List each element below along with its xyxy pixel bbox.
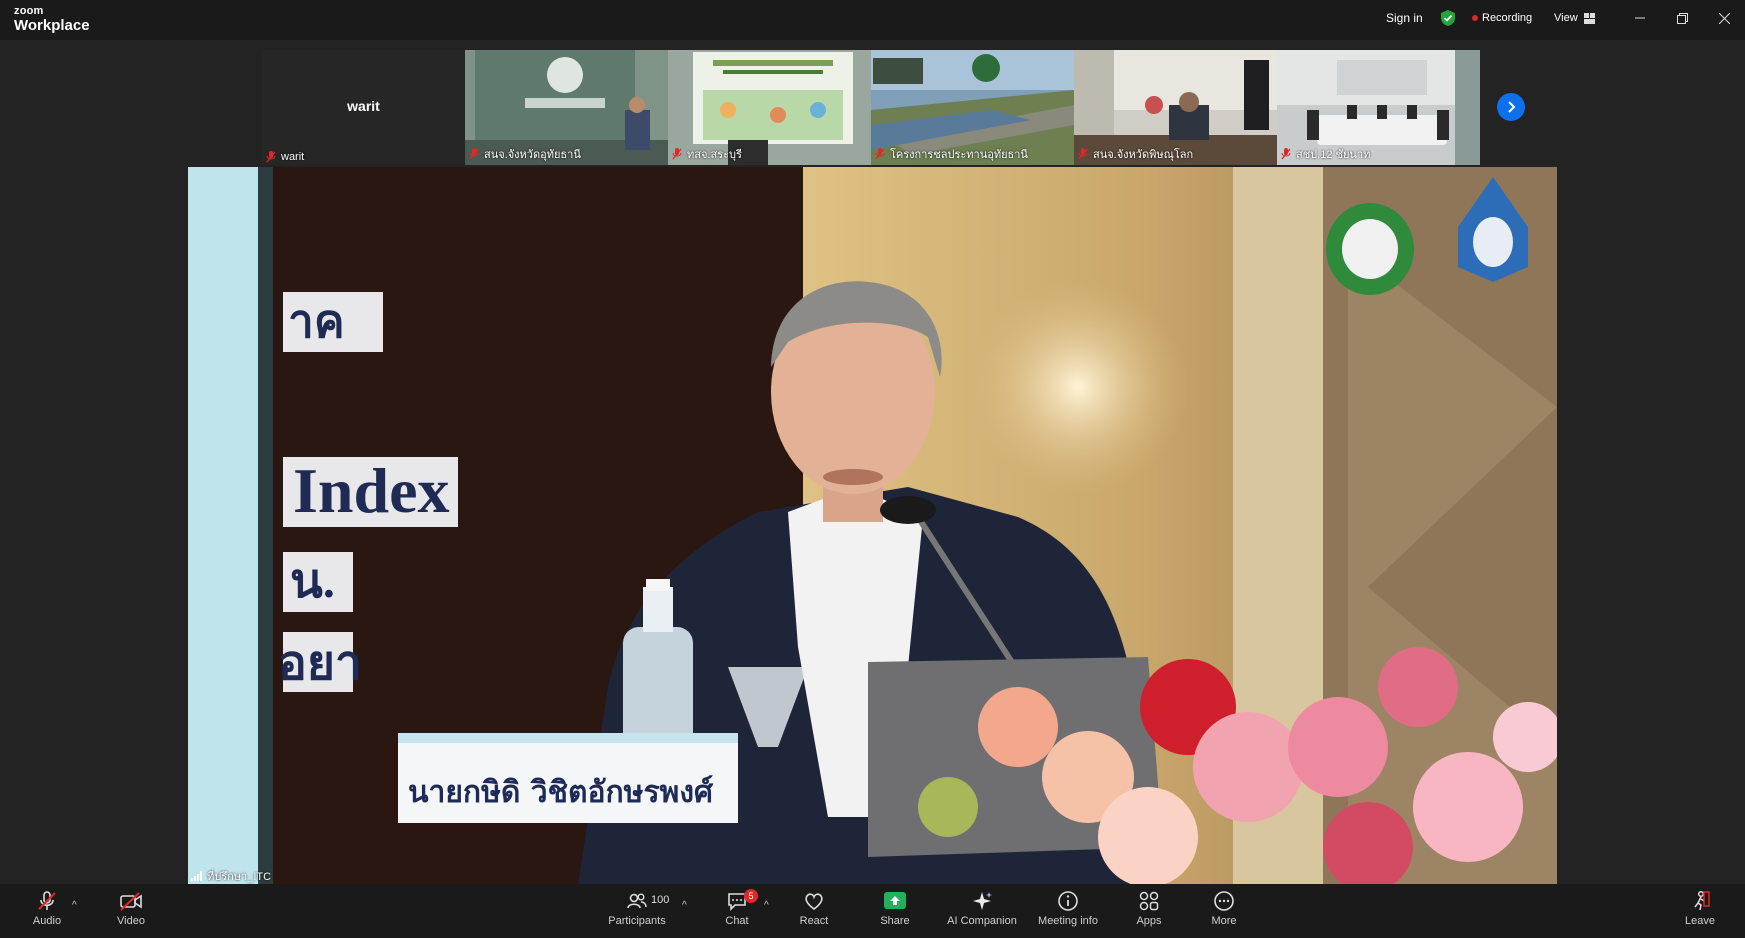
video-button[interactable]: Video [96,890,166,934]
banner-text: Index [293,455,450,526]
active-speaker-video[interactable]: าค Index น. อยา นายกษิดิ วิชิตอักษรพงศ์ [188,167,1557,885]
audio-button[interactable]: Audio [12,890,82,934]
security-shield-icon[interactable] [1440,0,1456,36]
sign-in-button[interactable]: Sign in [1386,0,1423,36]
close-icon[interactable] [1704,0,1744,36]
signal-strength-icon [191,871,202,881]
audio-label: Audio [32,915,62,927]
participant-name-tag: สชป.12 ชัยนาท [1281,145,1370,163]
muted-mic-icon [1281,148,1291,160]
minimize-icon[interactable] [1620,0,1660,36]
participant-name: สนจ.จังหวัดพิษณุโลก [1093,149,1194,161]
leave-icon [1694,890,1710,911]
product-label: Workplace [14,17,90,34]
chat-unread-badge: 5 [744,889,758,903]
title-bar: zoom Workplace Sign in Recording View [0,0,1745,40]
participants-label: Participants [608,915,666,927]
speaker-name: ที่ปรึกษา_ITC [207,871,272,883]
info-icon [1058,891,1078,911]
gallery-strip: warit warit สนจ.จังหวัดอุทัยธานี ทสจ.สระ… [262,50,1485,165]
apps-button[interactable]: Apps [1114,890,1184,934]
recording-indicator[interactable]: Recording [1472,0,1532,36]
restore-icon[interactable] [1662,0,1702,36]
view-label: View [1554,12,1578,24]
participant-display-name: warit [347,98,380,114]
gallery-tile[interactable]: สนจ.จังหวัดอุทัยธานี [465,50,668,165]
participant-name: โครงการชลประทานอุทัยธานี [890,149,1028,161]
participants-options-caret-icon[interactable]: ^ [682,900,687,911]
participant-name-tag: สนจ.จังหวัดพิษณุโลก [1078,145,1193,163]
react-label: React [799,915,829,927]
recording-label: Recording [1482,12,1533,24]
chat-button[interactable]: 5 Chat [702,889,772,934]
gallery-tile[interactable]: สนจ.จังหวัดพิษณุโลก [1074,50,1277,165]
leave-button[interactable]: Leave [1665,890,1735,934]
meeting-info-label: Meeting info [1038,915,1098,927]
participants-count: 100 [651,894,670,906]
share-screen-icon [884,892,906,909]
leave-label: Leave [1685,915,1715,927]
gallery-tile[interactable]: ทสจ.สระบุรี [668,50,871,165]
participants-icon [627,893,647,909]
muted-mic-icon [1078,148,1088,160]
app-logo: zoom Workplace [14,5,90,34]
apps-icon [1139,891,1159,911]
participant-name-tag: โครงการชลประทานอุทัยธานี [875,145,1028,163]
ai-companion-button[interactable]: AI Companion [946,890,1018,934]
audio-options-caret-icon[interactable]: ^ [72,900,77,911]
participant-name-tag: ทสจ.สระบุรี [672,145,742,163]
speaker-name-tag: ที่ปรึกษา_ITC [191,867,271,885]
sparkle-icon [973,892,992,910]
banner-text: น. [290,555,335,608]
video-label: Video [117,915,145,927]
gallery-tile[interactable]: สชป.12 ชัยนาท [1277,50,1480,165]
video-off-icon [120,892,142,911]
muted-mic-icon [266,151,276,163]
view-button[interactable]: View [1554,0,1595,36]
more-icon [1214,891,1234,911]
muted-mic-icon [672,148,682,160]
meeting-info-button[interactable]: Meeting info [1032,890,1104,934]
participant-name-tag: สนจ.จังหวัดอุทัยธานี [469,145,581,163]
banner-text: อยา [278,637,362,690]
gallery-tile[interactable]: โครงการชลประทานอุทัยธานี [871,50,1074,165]
share-label: Share [880,915,910,927]
participant-name: warit [281,151,305,163]
ai-companion-label: AI Companion [947,915,1017,927]
more-button[interactable]: More [1189,890,1259,934]
nameplate-text: นายกษิดิ วิชิตอักษรพงศ์ [408,775,714,810]
record-dot-icon [1472,15,1478,21]
muted-mic-icon [38,891,56,910]
participant-name: ทสจ.สระบุรี [687,149,742,161]
speaker-video-frame: าค Index น. อยา นายกษิดิ วิชิตอักษรพงศ์ [188,167,1557,885]
gallery-next-button[interactable] [1497,93,1525,121]
participant-name: สนจ.จังหวัดอุทัยธานี [484,149,581,161]
meeting-toolbar: Audio ^ Video Participants 100 ^ 5 Chat … [0,884,1745,938]
brand-label: zoom [14,5,44,17]
muted-mic-icon [469,148,479,160]
muted-mic-icon [875,148,885,160]
heart-icon [805,893,823,911]
grid-icon [1583,12,1595,24]
participant-name-tag: warit [266,151,304,163]
banner-text: าค [288,296,345,347]
more-label: More [1211,915,1237,927]
apps-label: Apps [1136,915,1162,927]
share-button[interactable]: Share [860,890,930,934]
chevron-right-icon [1508,101,1516,113]
chat-options-caret-icon[interactable]: ^ [764,900,769,911]
participant-name: สชป.12 ชัยนาท [1296,149,1371,161]
chat-label: Chat [725,915,749,927]
gallery-tile[interactable]: warit warit [262,50,465,165]
react-button[interactable]: React [779,890,849,934]
